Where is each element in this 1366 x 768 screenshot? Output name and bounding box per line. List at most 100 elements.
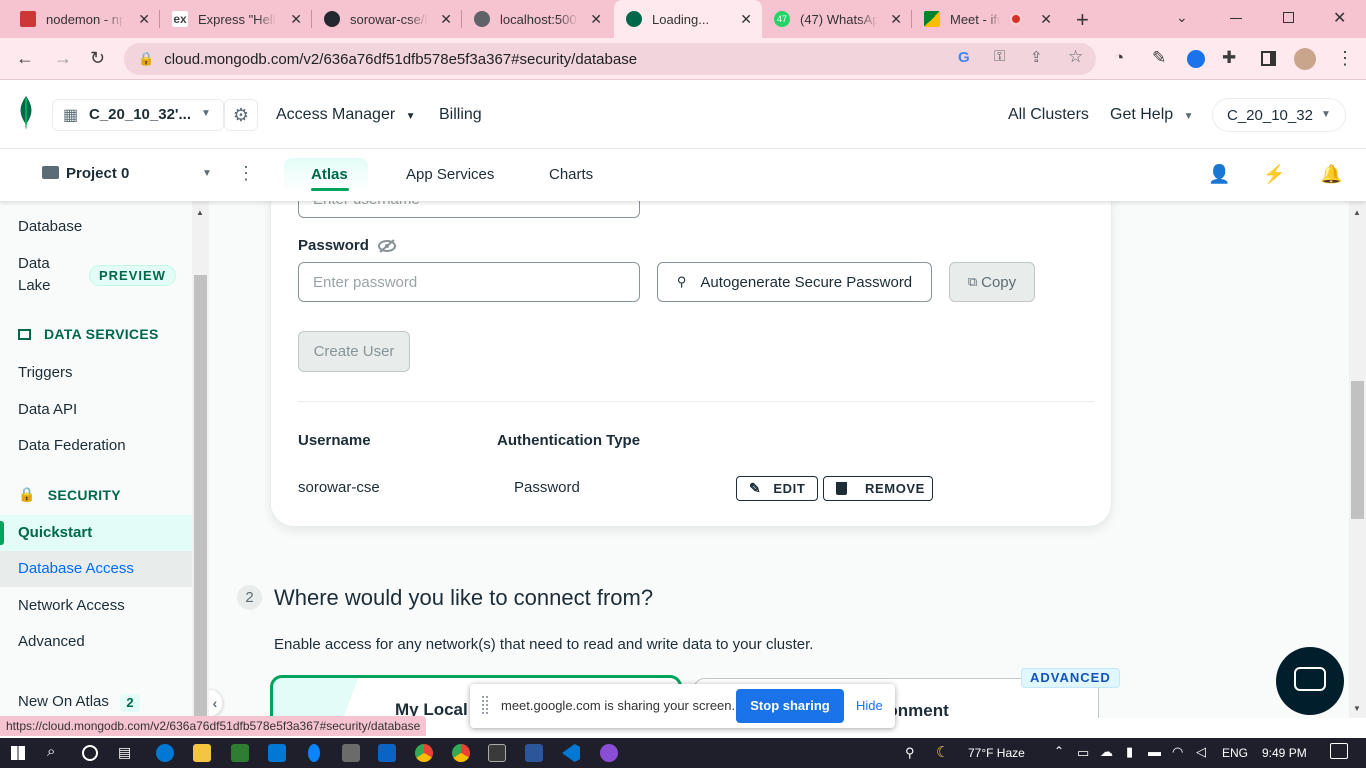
minimize-button[interactable] [1230, 18, 1242, 19]
invite-user-icon[interactable]: 👤 [1208, 164, 1230, 185]
scrollbar-thumb[interactable] [1351, 381, 1364, 519]
cortana-icon[interactable] [82, 745, 98, 761]
vscode-icon[interactable] [562, 744, 580, 762]
more-menu-icon[interactable]: ⋮ [1336, 48, 1354, 69]
sidebar-item-network-access[interactable]: Network Access [18, 597, 125, 614]
side-panel-icon[interactable] [1261, 51, 1276, 66]
eye-slash-icon[interactable] [377, 238, 397, 254]
close-tab-icon[interactable]: ✕ [440, 11, 452, 28]
all-clusters-link[interactable]: All Clusters [1008, 106, 1089, 124]
tab-atlas[interactable]: Atlas [284, 158, 368, 192]
get-help-menu[interactable]: Get Help ▼ [1110, 106, 1194, 124]
windows-start-icon[interactable] [11, 746, 25, 760]
terminal-icon[interactable] [488, 744, 506, 762]
puzzle-icon[interactable]: ✚ [1222, 48, 1236, 68]
sidebar-item-data-api[interactable]: Data API [18, 401, 77, 418]
browser-tab[interactable]: nodemon - npm ✕ [8, 0, 160, 38]
scroll-up-arrow-icon[interactable]: ▲ [196, 208, 204, 217]
back-icon[interactable]: ← [16, 48, 34, 69]
browser-tab-active[interactable]: Loading... ✕ [614, 0, 762, 38]
tab-app-services[interactable]: App Services [406, 166, 494, 183]
billing-link[interactable]: Billing [439, 106, 482, 124]
scrollbar-thumb[interactable] [194, 275, 207, 718]
close-tab-icon[interactable]: ✕ [740, 11, 752, 28]
browser-tab[interactable]: 47 (47) WhatsApp ✕ [762, 0, 912, 38]
close-tab-icon[interactable]: ✕ [1040, 11, 1052, 28]
page-scrollbar[interactable]: ▲ ▼ [1349, 201, 1366, 718]
stop-sharing-button[interactable]: Stop sharing [736, 689, 844, 723]
chrome-icon[interactable] [415, 744, 433, 762]
share-icon[interactable]: ⇪ [1030, 48, 1043, 66]
bookmark-star-icon[interactable]: ☆ [1068, 47, 1083, 67]
user-menu[interactable]: C_20_10_32 ▼ [1212, 98, 1346, 132]
collapse-sidebar-button[interactable]: ‹ [209, 689, 223, 717]
wifi-icon[interactable]: ◠ [1172, 744, 1183, 760]
volume-icon[interactable]: ◁ [1196, 744, 1206, 760]
close-tab-icon[interactable]: ✕ [290, 11, 302, 28]
access-manager-menu[interactable]: Access Manager ▼ [276, 106, 416, 124]
sidebar-item-quickstart[interactable]: Quickstart [0, 515, 192, 551]
close-window-button[interactable]: ✕ [1333, 8, 1346, 28]
activity-feed-icon[interactable]: ⚡ [1263, 164, 1285, 185]
browser-tab[interactable]: ex Express "Hello World" ✕ [160, 0, 312, 38]
mongodb-logo-icon[interactable] [18, 96, 34, 130]
people-icon[interactable]: ⚲ [905, 745, 915, 761]
sidebar-item-advanced[interactable]: Advanced [18, 633, 85, 650]
browser-tab[interactable]: localhost:5000 ✕ [462, 0, 612, 38]
edge-icon[interactable] [156, 744, 174, 762]
clock[interactable]: 9:49 PM [1262, 746, 1307, 760]
extension-blue-icon[interactable] [1187, 50, 1205, 68]
username-input[interactable]: Enter username [298, 201, 640, 218]
tab-search-chevron-icon[interactable]: ⌄ [1176, 9, 1188, 26]
project-selector[interactable]: Project 0 ▼ [40, 164, 240, 186]
hide-button[interactable]: Hide [856, 698, 883, 713]
tab-charts[interactable]: Charts [549, 166, 593, 183]
sidebar-scrollbar[interactable]: ▲ [192, 201, 209, 718]
microphone-icon[interactable]: ▮ [1126, 744, 1133, 760]
key-icon[interactable]: ⚿ [994, 48, 1005, 65]
new-tab-button[interactable]: + [1076, 7, 1089, 33]
word-icon[interactable] [525, 744, 543, 762]
sidebar-item-database[interactable]: Database [18, 218, 82, 235]
weather-text[interactable]: 77°F Haze [968, 746, 1025, 760]
avatar[interactable] [1294, 48, 1316, 70]
eyedropper-icon[interactable]: ✎ [1152, 48, 1166, 68]
close-tab-icon[interactable]: ✕ [138, 11, 150, 28]
browser-tab[interactable]: Meet - ifu ✕ [912, 0, 1062, 38]
organization-selector[interactable]: ▦ C_20_10_32'... ▼ [52, 99, 224, 131]
file-explorer-icon[interactable] [193, 744, 211, 762]
language-indicator[interactable]: ENG [1222, 746, 1248, 760]
tray-chevron-icon[interactable]: ⌃ [1054, 744, 1064, 758]
drag-handle-icon[interactable] [482, 696, 488, 714]
browser-tab[interactable]: sorowar-cse/F ✕ [312, 0, 462, 38]
extension-icon[interactable]: ◔ [1114, 48, 1124, 68]
weather-icon[interactable]: ☾ [936, 743, 949, 761]
chrome-active-icon[interactable] [452, 744, 470, 762]
camera-icon[interactable] [342, 744, 360, 762]
restore-button[interactable] [1283, 12, 1294, 23]
reload-icon[interactable]: ↻ [90, 48, 105, 69]
scroll-up-arrow-icon[interactable]: ▲ [1353, 208, 1361, 217]
address-bar[interactable]: 🔒 cloud.mongodb.com/v2/636a76df51dfb578e… [124, 43, 1096, 75]
chat-support-button[interactable] [1276, 647, 1344, 715]
edit-user-button[interactable]: ✎ EDIT [736, 476, 818, 501]
github-desktop-icon[interactable] [600, 744, 618, 762]
scroll-down-arrow-icon[interactable]: ▼ [1353, 704, 1361, 713]
close-tab-icon[interactable]: ✕ [890, 11, 902, 28]
task-view-icon[interactable]: ▤ [118, 744, 131, 761]
project-more-icon[interactable]: ⋮ [237, 163, 255, 184]
google-icon[interactable]: G [958, 49, 970, 66]
sidebar-item-data-lake-line1[interactable]: Data [18, 255, 50, 272]
bell-icon[interactable]: 🔔 [1320, 164, 1342, 185]
meet-tray-icon[interactable]: ▭ [1077, 745, 1089, 761]
onedrive-icon[interactable]: ☁ [1100, 744, 1113, 760]
remove-user-button[interactable]: REMOVE [823, 476, 933, 501]
gear-icon[interactable]: ⚙ [224, 99, 258, 131]
bluetooth-icon[interactable] [308, 744, 320, 762]
store-icon[interactable] [231, 744, 249, 762]
sidebar-item-data-federation[interactable]: Data Federation [18, 437, 126, 454]
mail-icon[interactable] [268, 744, 286, 762]
copy-button[interactable]: ⧉ Copy [949, 262, 1035, 302]
close-tab-icon[interactable]: ✕ [590, 11, 602, 28]
sidebar-item-new-on-atlas[interactable]: New On Atlas [18, 693, 109, 710]
